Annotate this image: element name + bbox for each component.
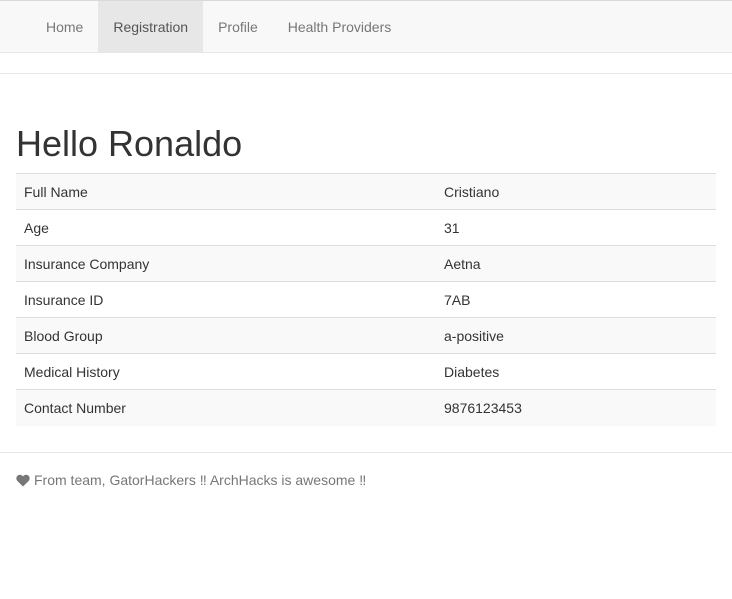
nav-item-registration[interactable]: Registration [98, 1, 204, 52]
footer: From team, GatorHackers ‼ ArchHacks is a… [16, 472, 366, 488]
row-value: 9876123453 [436, 389, 716, 426]
table-row: Contact Number 9876123453 [16, 389, 716, 426]
row-value: Aetna [436, 245, 716, 282]
table-row: Blood Group a-positive [16, 317, 716, 354]
top-navbar: Home Registration Profile Health Provide… [0, 0, 732, 53]
row-value: Cristiano [436, 173, 716, 210]
top-divider [0, 73, 732, 74]
page-title: Hello Ronaldo [16, 123, 243, 164]
row-label: Full Name [16, 173, 436, 210]
heart-icon [16, 474, 30, 486]
row-label: Age [16, 209, 436, 246]
row-label: Insurance ID [16, 281, 436, 318]
table-row: Medical History Diabetes [16, 353, 716, 390]
nav-item-profile[interactable]: Profile [203, 1, 273, 52]
bottom-divider [0, 452, 732, 453]
row-value: 7AB [436, 281, 716, 318]
table-row: Insurance ID 7AB [16, 281, 716, 318]
table-row: Age 31 [16, 209, 716, 246]
row-label: Blood Group [16, 317, 436, 354]
nav-item-home[interactable]: Home [31, 1, 98, 52]
table-row: Insurance Company Aetna [16, 245, 716, 282]
user-details-table: Full Name Cristiano Age 31 Insurance Com… [16, 173, 716, 426]
row-value: 31 [436, 209, 716, 246]
nav-item-health-providers[interactable]: Health Providers [273, 1, 407, 52]
row-label: Contact Number [16, 389, 436, 426]
row-label: Medical History [16, 353, 436, 390]
footer-text: From team, GatorHackers ‼ ArchHacks is a… [34, 472, 367, 488]
nav-menu: Home Registration Profile Health Provide… [31, 1, 406, 52]
row-value: Diabetes [436, 353, 716, 390]
row-value: a-positive [436, 317, 716, 354]
row-label: Insurance Company [16, 245, 436, 282]
table-row: Full Name Cristiano [16, 173, 716, 210]
